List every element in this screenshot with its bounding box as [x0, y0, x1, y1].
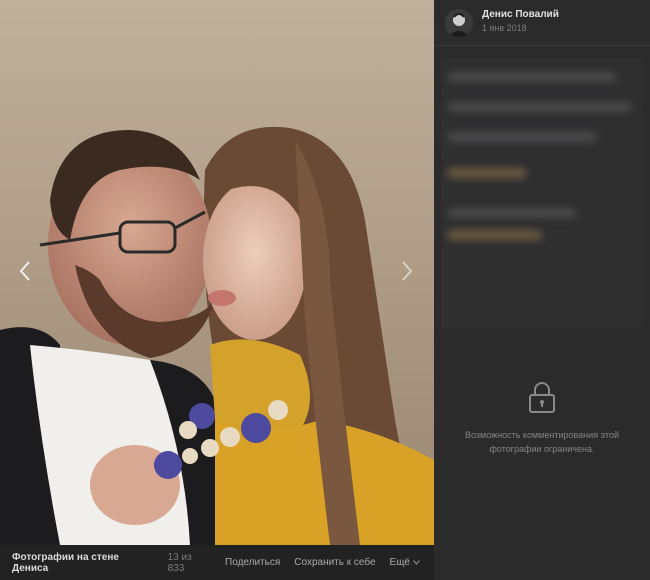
- chevron-right-icon: [402, 261, 413, 281]
- side-panel: Денис Повалий 1 янв 2018 Возможность ком…: [434, 0, 650, 580]
- share-button[interactable]: Поделиться: [225, 557, 280, 568]
- author-name-link[interactable]: Денис Повалий: [482, 9, 559, 20]
- album-title-link[interactable]: Фотографии на стене Дениса: [12, 552, 158, 574]
- photo-actions: Поделиться Сохранить к себе Ещё: [211, 557, 434, 568]
- lock-icon: [529, 382, 555, 413]
- post-date: 1 янв 2018: [482, 22, 527, 33]
- author-meta: Денис Повалий 1 янв 2018: [482, 9, 559, 33]
- next-photo-button[interactable]: [396, 258, 418, 284]
- previous-photo-button[interactable]: [14, 258, 36, 284]
- comments-restricted-notice: Возможность комментирования этой фотогра…: [434, 380, 650, 456]
- photo-view[interactable]: [0, 0, 434, 545]
- more-button[interactable]: Ещё: [390, 557, 420, 568]
- blurred-description: [441, 58, 643, 328]
- more-label: Ещё: [389, 557, 410, 568]
- save-to-self-button[interactable]: Сохранить к себе: [294, 557, 375, 568]
- chevron-down-icon: [413, 560, 420, 565]
- photo-counter: 13 из 833: [167, 551, 192, 574]
- photo-image: [0, 0, 434, 545]
- chevron-left-icon: [19, 261, 30, 281]
- comments-restricted-text: Возможность комментирования этой фотогра…: [465, 430, 619, 454]
- post-author-header: Денис Повалий 1 янв 2018: [434, 0, 650, 46]
- avatar[interactable]: [445, 8, 473, 37]
- photo-footer-bar: Фотографии на стене Дениса 13 из 833 Под…: [0, 545, 434, 580]
- avatar-image: [445, 8, 473, 37]
